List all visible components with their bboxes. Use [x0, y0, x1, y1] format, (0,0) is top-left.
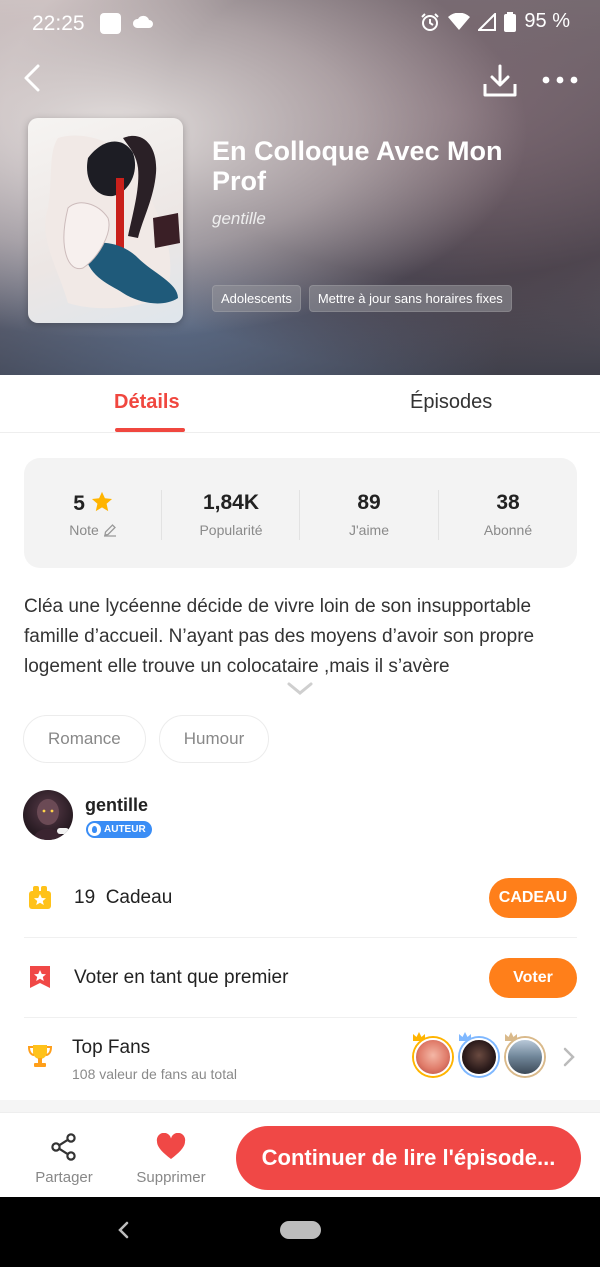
status-bar: 22:25 95 %	[0, 0, 600, 48]
gift-icon	[29, 886, 51, 909]
vote-ticket-icon	[30, 966, 50, 988]
continue-reading-button[interactable]: Continuer de lire l'épisode...	[236, 1126, 581, 1190]
book-author[interactable]: gentille	[212, 209, 266, 229]
stat-popularity: 1,84K Popularité	[162, 458, 300, 568]
author-badge-icon	[88, 823, 101, 836]
alarm-icon	[421, 12, 440, 31]
stat-subscribers-label: Abonné	[483, 522, 533, 538]
stat-likes-value: 89	[357, 491, 381, 514]
remove-favorite-button[interactable]: Supprimer	[133, 1132, 209, 1186]
share-icon	[51, 1133, 76, 1161]
stat-rating[interactable]: 5 Note	[24, 458, 162, 568]
more-options-icon[interactable]	[540, 68, 580, 92]
star-icon	[91, 491, 112, 512]
vote-button[interactable]: Voter	[489, 958, 577, 998]
edit-pencil-icon	[103, 524, 116, 537]
share-button[interactable]: Partager	[30, 1133, 98, 1186]
genre-list: Romance Humour	[23, 715, 270, 763]
gift-button[interactable]: CADEAU	[489, 878, 577, 918]
genre-chip-romance[interactable]: Romance	[23, 715, 146, 763]
battery-level: 95 %	[524, 10, 570, 32]
fan-avatar-1[interactable]	[414, 1038, 452, 1076]
gift-count: 19	[74, 887, 96, 908]
trophy-icon	[27, 1045, 53, 1067]
bottom-action-bar: Partager Supprimer Continuer de lire l'é…	[0, 1112, 600, 1197]
stat-likes-label: J'aime	[348, 522, 390, 538]
stat-subscribers-value: 38	[496, 491, 520, 514]
fan-avatar-2[interactable]	[460, 1038, 498, 1076]
cloud-icon	[132, 15, 153, 28]
author-avatar[interactable]	[23, 790, 73, 840]
stat-popularity-label: Popularité	[199, 522, 263, 538]
stat-popularity-value: 1,84K	[202, 491, 260, 514]
book-tags: Adolescents Mettre à jour sans horaires …	[212, 285, 512, 312]
battery-icon	[504, 11, 517, 32]
top-fans-subtitle: 108 valeur de fans au total	[72, 1066, 238, 1082]
gift-count-text: 19 Cadeau	[74, 887, 172, 909]
tag-chip: Mettre à jour sans horaires fixes	[308, 285, 512, 312]
chevron-right-icon[interactable]	[563, 1046, 575, 1068]
tab-details[interactable]: Détails	[114, 391, 180, 414]
vote-label: Voter en tant que premier	[74, 967, 289, 988]
section-divider	[0, 1100, 600, 1112]
status-icons: 95 %	[420, 10, 570, 33]
gift-label: Cadeau	[105, 887, 173, 908]
stat-subscribers: 38 Abonné	[439, 458, 577, 568]
delete-label: Supprimer	[136, 1169, 206, 1186]
notification-icon	[100, 13, 121, 34]
system-back-icon[interactable]	[116, 1219, 132, 1241]
synopsis-text: Cléa une lycéenne décide de vivre loin d…	[24, 596, 535, 677]
tab-bar: Détails Épisodes	[0, 375, 600, 433]
rating-label: Note	[69, 522, 99, 538]
share-label: Partager	[35, 1169, 93, 1186]
book-title: En Colloque Avec Mon Prof	[212, 136, 503, 196]
system-home-pill[interactable]	[280, 1221, 321, 1239]
active-tab-indicator	[115, 428, 185, 432]
author-badge-label: AUTEUR	[104, 824, 146, 835]
tab-episodes[interactable]: Épisodes	[410, 391, 492, 414]
stat-likes: 89 J'aime	[300, 458, 438, 568]
top-fans-row[interactable]: Top Fans 108 valeur de fans au total	[24, 1018, 577, 1098]
stats-card: 5 Note 1,84K Popularité 89 J'aime 38 Abo…	[24, 458, 577, 568]
status-time: 22:25	[32, 12, 85, 35]
vote-row: Voter en tant que premier Voter	[24, 938, 577, 1018]
tag-chip: Adolescents	[212, 285, 301, 312]
gift-row: 19 Cadeau CADEAU	[24, 858, 577, 938]
avatar-artwork	[33, 799, 69, 840]
rating-number: 5	[73, 492, 85, 515]
stat-rating-label: Note	[24, 522, 162, 538]
stat-rating-value: 5	[24, 491, 162, 516]
fan-avatar-3[interactable]	[506, 1038, 544, 1076]
author-badge: AUTEUR	[86, 821, 152, 838]
cover-artwork	[45, 135, 180, 309]
back-arrow-icon[interactable]	[18, 62, 50, 94]
chevron-down-icon[interactable]	[287, 682, 313, 696]
book-header: 22:25 95 % En Colloque Avec Mon Prof gen…	[0, 0, 600, 375]
system-navigation-bar	[0, 1197, 600, 1267]
author-name[interactable]: gentille	[85, 795, 148, 816]
signal-icon	[478, 12, 497, 31]
genre-chip-humour[interactable]: Humour	[158, 715, 270, 763]
heart-icon	[156, 1132, 186, 1159]
top-fans-title: Top Fans	[72, 1037, 151, 1058]
book-cover-image	[28, 118, 183, 323]
download-icon[interactable]	[482, 64, 518, 98]
wifi-icon	[448, 12, 471, 30]
